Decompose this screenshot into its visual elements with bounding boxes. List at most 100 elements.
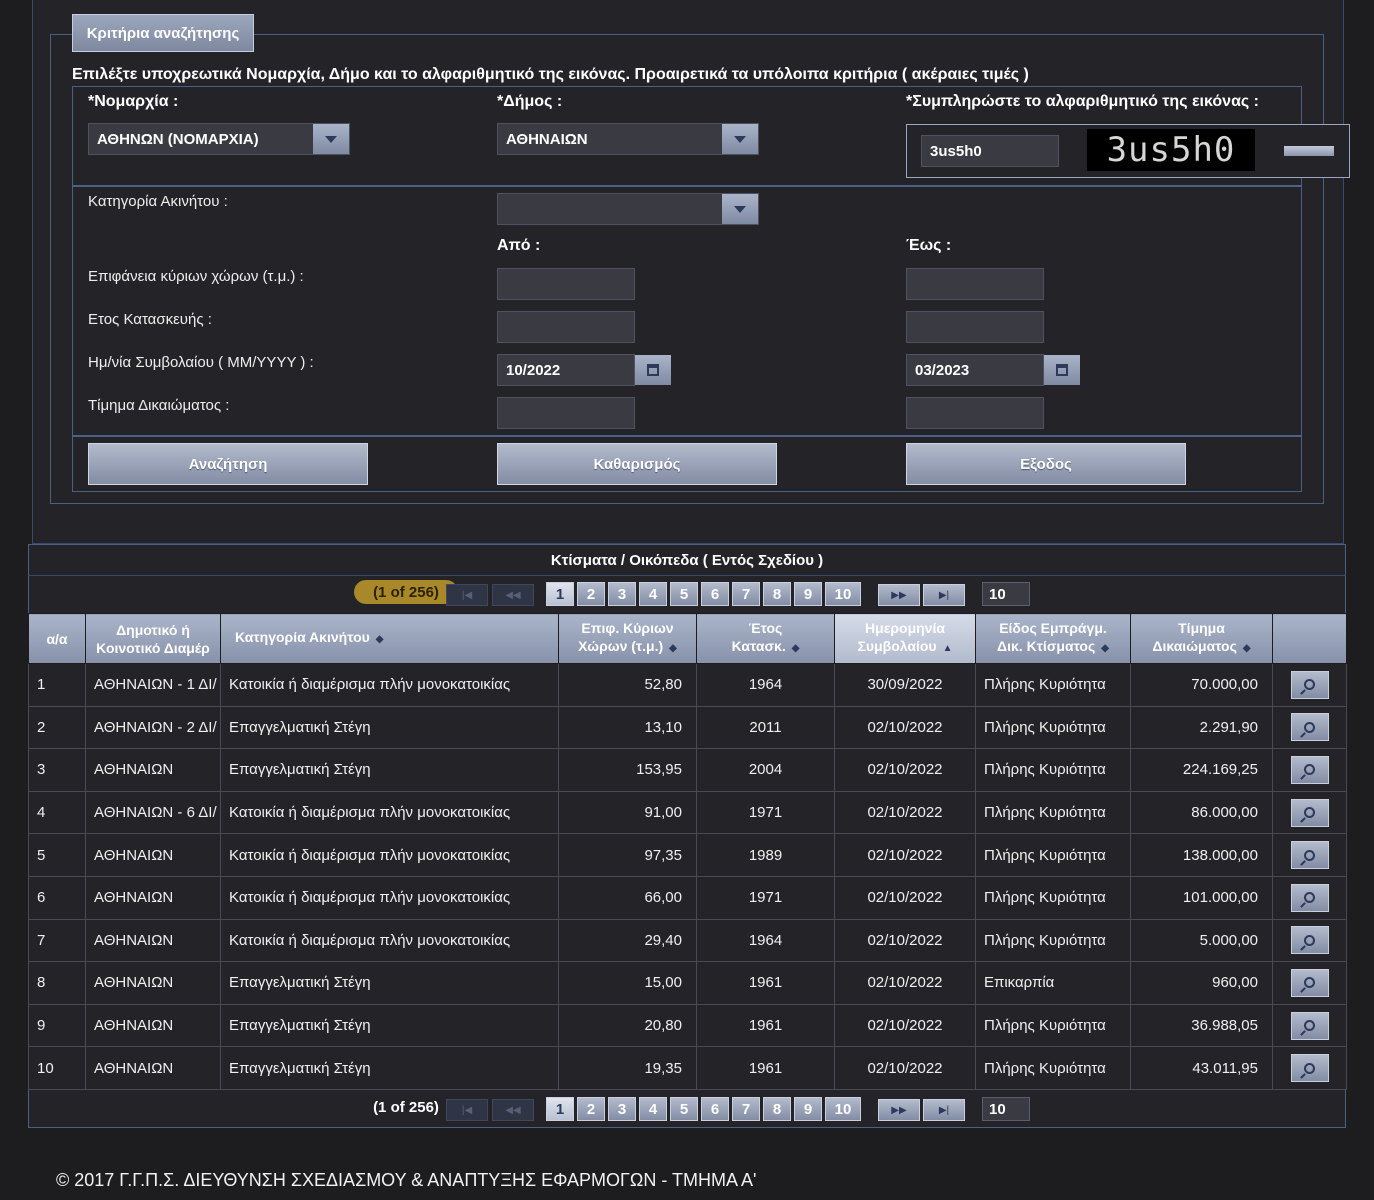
magnifier-icon: [1304, 764, 1315, 776]
col-header-district[interactable]: Δημοτικό ή Κοινοτικό Διαμέρ: [85, 613, 221, 664]
row-price: 43.011,95: [1130, 1046, 1273, 1090]
view-details-button[interactable]: [1290, 926, 1329, 955]
page-2-button[interactable]: 2: [577, 582, 605, 606]
sort-icon[interactable]: ◆: [792, 643, 800, 654]
paginator-bottom: (1 of 256) |◀ ◀◀ 1 2 3 4 5 6 7 8 9 10 ▶▶…: [28, 1093, 1346, 1125]
rows-per-page-select[interactable]: 10: [982, 582, 1030, 606]
page-3-button[interactable]: 3: [608, 582, 636, 606]
price-from-input[interactable]: [497, 397, 635, 429]
page-4-button[interactable]: 4: [639, 1097, 667, 1121]
next-page-button[interactable]: ▶▶: [878, 584, 920, 606]
view-details-button[interactable]: [1290, 670, 1329, 699]
page-6-button[interactable]: 6: [701, 1097, 729, 1121]
next-page-button[interactable]: ▶▶: [878, 1099, 920, 1121]
col-header-year[interactable]: Έτος Κατασκ. ◆: [696, 613, 835, 664]
row-category: Κατοικία ή διαμέρισμα πλήν μονοκατοικίας: [220, 833, 559, 877]
area-to-input[interactable]: [906, 268, 1044, 300]
page-8-button[interactable]: 8: [763, 582, 791, 606]
rows-per-page-select[interactable]: 10: [982, 1097, 1030, 1121]
page-10-button[interactable]: 10: [825, 582, 861, 606]
page-2-button[interactable]: 2: [577, 1097, 605, 1121]
price-to-input[interactable]: [906, 397, 1044, 429]
view-details-button[interactable]: [1290, 1011, 1329, 1040]
col-header-price[interactable]: Τίμημα Δικαιώματος ◆: [1130, 613, 1273, 664]
table-row: 10 ΑΘΗΝΑΙΩΝ Επαγγελματική Στέγη 19,35 1961 02…: [28, 1046, 1347, 1090]
results-table: α/α Δημοτικό ή Κοινοτικό Διαμέρ Κατηγορία…: [28, 613, 1347, 1090]
year-to-input[interactable]: [906, 311, 1044, 343]
sort-icon[interactable]: ◆: [1243, 643, 1251, 654]
page-4-button[interactable]: 4: [639, 582, 667, 606]
page-5-button[interactable]: 5: [670, 1097, 698, 1121]
prev-page-button[interactable]: ◀◀: [492, 1099, 534, 1121]
col-header-category[interactable]: Κατηγορία Ακινήτου ◆: [220, 613, 559, 664]
sort-icon[interactable]: ◆: [1101, 643, 1109, 654]
page-1-button[interactable]: 1: [546, 582, 574, 606]
row-right-type: Πλήρης Κυριότητα: [975, 833, 1131, 877]
view-details-button[interactable]: [1290, 1054, 1329, 1083]
calendar-icon[interactable]: [1044, 355, 1080, 385]
sort-icon[interactable]: ◆: [376, 634, 384, 645]
chevron-down-icon[interactable]: [313, 124, 349, 154]
page-6-button[interactable]: 6: [701, 582, 729, 606]
view-details-button[interactable]: [1290, 841, 1329, 870]
captcha-image: 3us5h0: [1087, 129, 1255, 171]
col-header-right-type[interactable]: Είδος Εμπράγμ. Δικ. Κτίσματος ◆: [975, 613, 1131, 664]
area-from-input[interactable]: [497, 268, 635, 300]
row-area: 97,35: [558, 833, 697, 877]
row-area: 52,80: [558, 663, 697, 707]
view-details-button[interactable]: [1290, 883, 1329, 912]
row-district: ΑΘΗΝΑΙΩΝ - 6 ΔΙ/: [85, 790, 221, 835]
view-details-button[interactable]: [1290, 755, 1329, 784]
search-button[interactable]: Αναζήτηση: [88, 443, 368, 485]
view-details-button[interactable]: [1290, 713, 1329, 742]
col-header-contract-date[interactable]: Ημερομηνία Συμβολαίου ▲: [834, 613, 976, 664]
page-9-button[interactable]: 9: [794, 582, 822, 606]
view-details-button[interactable]: [1290, 968, 1329, 997]
page-9-button[interactable]: 9: [794, 1097, 822, 1121]
page-10-button[interactable]: 10: [825, 1097, 861, 1121]
sort-asc-icon[interactable]: ▲: [943, 643, 953, 654]
first-page-button[interactable]: |◀: [446, 1099, 488, 1121]
clear-button[interactable]: Καθαρισμός: [497, 443, 777, 485]
row-year: 1989: [696, 833, 835, 877]
chevron-down-icon[interactable]: [722, 124, 758, 154]
page-3-button[interactable]: 3: [608, 1097, 636, 1121]
sort-icon[interactable]: ◆: [669, 643, 677, 654]
captcha-label: *Συμπληρώστε το αλφαριθμητικό της εικόνα…: [906, 93, 1259, 110]
calendar-icon[interactable]: [635, 355, 671, 385]
page-1-button[interactable]: 1: [546, 1097, 574, 1121]
row-category: Επαγγελματική Στέγη: [220, 705, 559, 750]
exit-button[interactable]: Εξοδος: [906, 443, 1186, 485]
contract-from-input[interactable]: 10/2022: [497, 354, 635, 386]
col-header-area[interactable]: Επιφ. Κύριων Χώρων (τ.μ.) ◆: [558, 613, 697, 664]
year-from-input[interactable]: [497, 311, 635, 343]
last-page-button[interactable]: ▶|: [923, 584, 965, 606]
table-row: 5 ΑΘΗΝΑΙΩΝ Κατοικία ή διαμέρισμα πλήν μονο…: [28, 833, 1347, 877]
page-7-button[interactable]: 7: [732, 1097, 760, 1121]
last-page-button[interactable]: ▶|: [923, 1099, 965, 1121]
row-price: 36.988,05: [1130, 1003, 1273, 1048]
prefecture-select[interactable]: ΑΘΗΝΩΝ (ΝΟΜΑΡΧΙΑ): [88, 123, 350, 155]
contract-to-input[interactable]: 03/2023: [906, 354, 1044, 386]
row-category: Επαγγελματική Στέγη: [220, 748, 559, 792]
chevron-down-icon[interactable]: [722, 194, 758, 224]
view-details-button[interactable]: [1290, 798, 1329, 827]
row-contract-date: 02/10/2022: [834, 790, 976, 835]
refresh-icon[interactable]: [1284, 146, 1334, 156]
prev-page-button[interactable]: ◀◀: [492, 584, 534, 606]
page-8-button[interactable]: 8: [763, 1097, 791, 1121]
municipality-select[interactable]: ΑΘΗΝΑΙΩΝ: [497, 123, 759, 155]
first-page-button[interactable]: |◀: [446, 584, 488, 606]
year-label: Ετος Κατασκευής :: [88, 311, 212, 328]
captcha-input[interactable]: 3us5h0: [921, 135, 1059, 167]
row-contract-date: 02/10/2022: [834, 705, 976, 750]
row-area: 66,00: [558, 875, 697, 920]
page-5-button[interactable]: 5: [670, 582, 698, 606]
row-action: [1272, 1046, 1347, 1090]
row-right-type: Πλήρης Κυριότητα: [975, 1046, 1131, 1090]
category-select[interactable]: [497, 193, 759, 225]
row-action: [1272, 663, 1347, 707]
row-right-type: Επικαρπία: [975, 961, 1131, 1005]
page-7-button[interactable]: 7: [732, 582, 760, 606]
table-row: 8 ΑΘΗΝΑΙΩΝ Επαγγελματική Στέγη 15,00 1961 02/…: [28, 961, 1347, 1005]
